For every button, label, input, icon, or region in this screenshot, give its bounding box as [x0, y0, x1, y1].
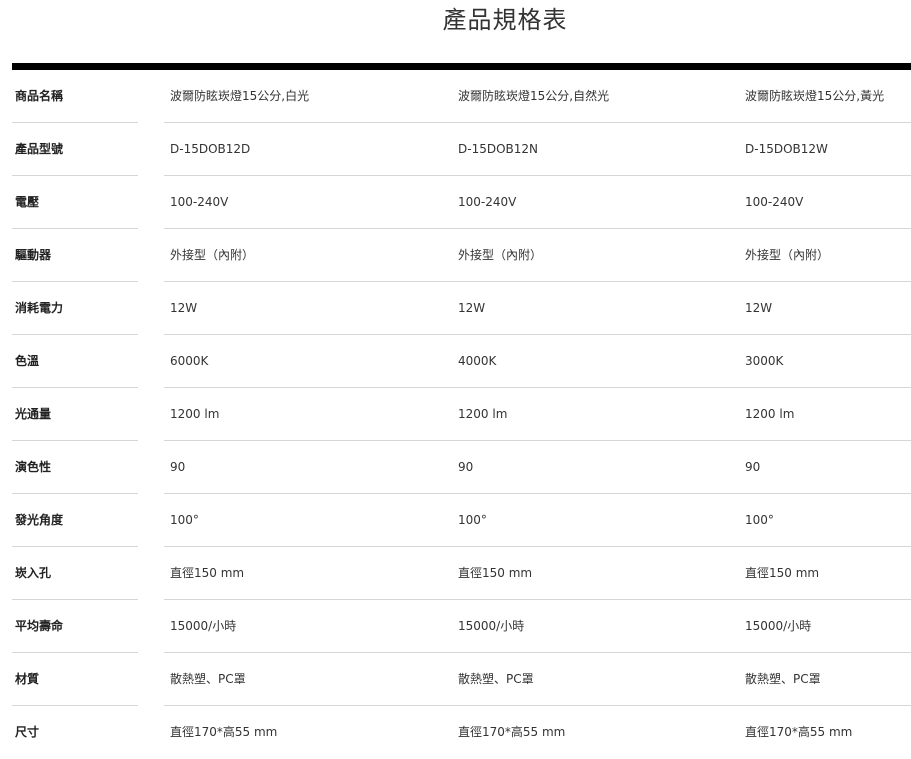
row-value-white: 12W [170, 301, 198, 315]
row-value-warm: 散熱塑、PC罩 [745, 672, 821, 686]
row-label: 發光角度 [15, 513, 64, 527]
row-value-white: 外接型（內附） [170, 248, 255, 262]
row-value-natural: 90 [458, 460, 474, 474]
row-value-white: 直徑150 mm [170, 566, 245, 580]
spec-row-dimensions: 尺寸 直徑170*高55 mm 直徑170*高55 mm 直徑170*高55 m… [12, 706, 911, 759]
row-value-warm: 100° [745, 513, 774, 527]
row-value-warm: 波爾防眩崁燈15公分,黃光 [745, 89, 885, 103]
row-value-natural: 100-240V [458, 195, 517, 209]
spec-row-cri: 演色性 90 90 90 [12, 441, 911, 494]
spec-row-model: 產品型號 D-15DOB12D D-15DOB12N D-15DOB12W [12, 123, 911, 176]
row-value-white: 直徑170*高55 mm [170, 725, 278, 739]
spec-row-power: 消耗電力 12W 12W 12W [12, 282, 911, 335]
row-value-natural: 4000K [458, 354, 497, 368]
row-value-white: 90 [170, 460, 186, 474]
row-value-natural: 1200 lm [458, 407, 508, 421]
spec-row-color-temperature: 色溫 6000K 4000K 3000K [12, 335, 911, 388]
row-value-white: 100-240V [170, 195, 229, 209]
row-value-natural: 15000/小時 [458, 619, 525, 633]
table-top-border [12, 63, 911, 70]
row-label: 消耗電力 [15, 301, 64, 315]
row-value-warm: 12W [745, 301, 773, 315]
spec-row-driver: 驅動器 外接型（內附） 外接型（內附） 外接型（內附） [12, 229, 911, 282]
row-value-warm: D-15DOB12W [745, 142, 828, 156]
row-label: 產品型號 [15, 142, 64, 156]
row-value-warm: 1200 lm [745, 407, 795, 421]
row-value-warm: 3000K [745, 354, 784, 368]
spec-row-product-name: 商品名稱 波爾防眩崁燈15公分,白光 波爾防眩崁燈15公分,自然光 波爾防眩崁燈… [12, 70, 911, 123]
row-value-warm: 15000/小時 [745, 619, 812, 633]
row-value-natural: 直徑150 mm [458, 566, 533, 580]
row-value-warm: 直徑170*高55 mm [745, 725, 853, 739]
row-value-warm: 100-240V [745, 195, 804, 209]
row-value-warm: 90 [745, 460, 761, 474]
page-title: 產品規格表 [442, 6, 568, 34]
spec-table: 商品名稱 波爾防眩崁燈15公分,白光 波爾防眩崁燈15公分,自然光 波爾防眩崁燈… [12, 70, 911, 759]
row-value-warm: 直徑150 mm [745, 566, 820, 580]
row-value-warm: 外接型（內附） [745, 248, 830, 262]
spec-row-material: 材質 散熱塑、PC罩 散熱塑、PC罩 散熱塑、PC罩 [12, 653, 911, 706]
spec-row-voltage: 電壓 100-240V 100-240V 100-240V [12, 176, 911, 229]
row-value-white: D-15DOB12D [170, 142, 251, 156]
row-value-natural: 波爾防眩崁燈15公分,自然光 [458, 89, 610, 103]
row-label: 材質 [15, 672, 40, 686]
row-value-white: 1200 lm [170, 407, 220, 421]
row-value-natural: 外接型（內附） [458, 248, 543, 262]
row-label: 光通量 [15, 407, 52, 421]
row-value-natural: 100° [458, 513, 487, 527]
row-label: 驅動器 [15, 248, 52, 262]
row-label: 平均壽命 [15, 619, 64, 633]
row-value-natural: 直徑170*高55 mm [458, 725, 566, 739]
spec-row-beam-angle: 發光角度 100° 100° 100° [12, 494, 911, 547]
row-value-white: 100° [170, 513, 199, 527]
row-value-white: 6000K [170, 354, 209, 368]
row-label: 色溫 [15, 354, 40, 368]
row-value-white: 15000/小時 [170, 619, 237, 633]
spec-row-luminous-flux: 光通量 1200 lm 1200 lm 1200 lm [12, 388, 911, 441]
spec-row-cutout: 崁入孔 直徑150 mm 直徑150 mm 直徑150 mm [12, 547, 911, 600]
row-value-natural: D-15DOB12N [458, 142, 539, 156]
row-label: 商品名稱 [15, 89, 64, 103]
row-value-white: 波爾防眩崁燈15公分,白光 [170, 89, 310, 103]
row-value-natural: 散熱塑、PC罩 [458, 672, 534, 686]
row-value-natural: 12W [458, 301, 486, 315]
row-label: 電壓 [15, 195, 40, 209]
row-value-white: 散熱塑、PC罩 [170, 672, 246, 686]
spec-row-lifespan: 平均壽命 15000/小時 15000/小時 15000/小時 [12, 600, 911, 653]
row-label: 演色性 [15, 460, 52, 474]
row-label: 崁入孔 [15, 566, 52, 580]
row-label: 尺寸 [15, 725, 40, 739]
